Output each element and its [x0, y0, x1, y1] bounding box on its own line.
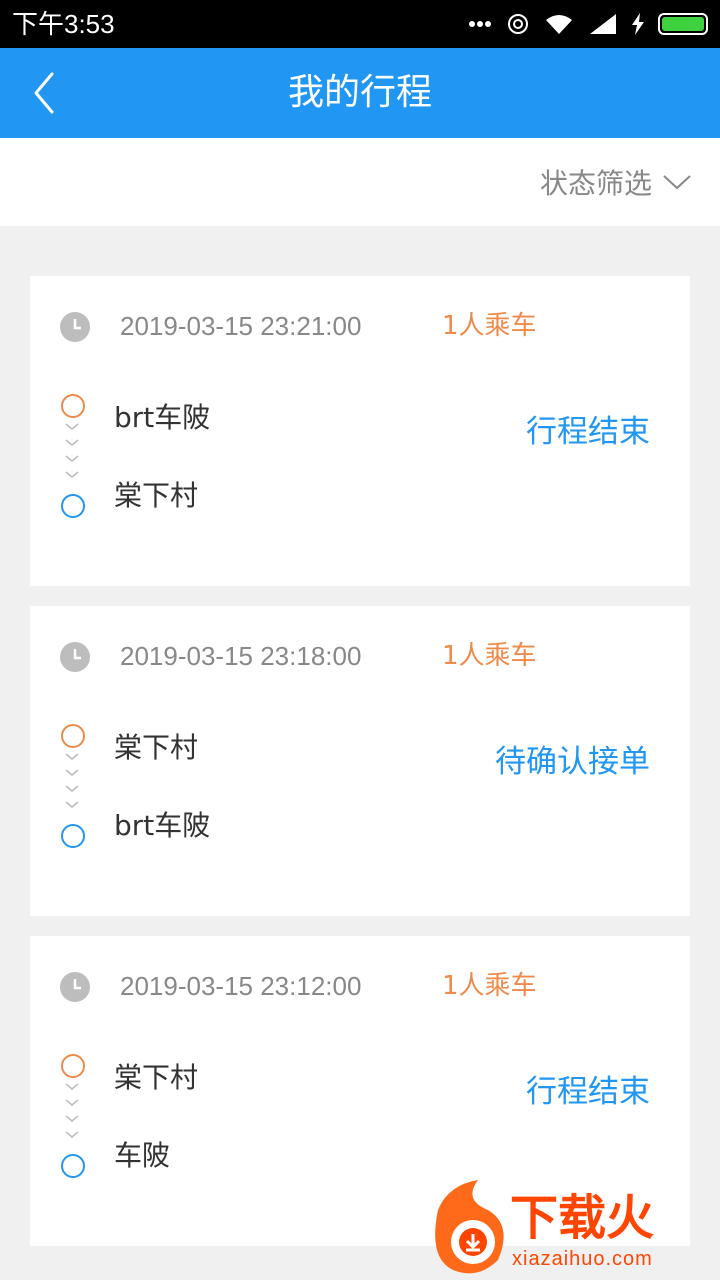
more-dots-icon — [469, 21, 491, 27]
trip-destination: 车陂 — [114, 1139, 171, 1172]
trip-status: 行程结束 — [526, 414, 650, 450]
origin-dot-icon — [61, 724, 85, 748]
charging-icon — [632, 13, 644, 35]
app-header: 我的行程 — [0, 48, 720, 138]
trip-card[interactable]: 2019-03-15 23:21:00 1人乘车 brt车陂 棠下村 行程结束 — [30, 276, 690, 586]
battery-icon — [658, 13, 708, 35]
trip-status: 待确认接单 — [495, 744, 650, 780]
trip-destination: brt车陂 — [114, 809, 211, 842]
destination-dot-icon — [61, 1154, 85, 1178]
status-bar: 下午3:53 — [0, 0, 720, 48]
destination-dot-icon — [61, 824, 85, 848]
status-icons — [468, 10, 708, 38]
clock-icon — [60, 972, 90, 1002]
trip-datetime: 2019-03-15 23:12:00 — [120, 971, 362, 1001]
trip-card[interactable]: 2019-03-15 23:18:00 1人乘车 棠下村 brt车陂 待确认接单 — [30, 606, 690, 916]
trip-datetime: 2019-03-15 23:21:00 — [120, 311, 362, 341]
trip-status: 行程结束 — [526, 1074, 650, 1110]
origin-dot-icon — [61, 1054, 85, 1078]
destination-dot-icon — [61, 494, 85, 518]
clock-icon — [60, 312, 90, 342]
filter-bar: 状态筛选 — [0, 138, 720, 226]
trip-origin: 棠下村 — [114, 731, 199, 764]
route-chevrons-icon — [65, 753, 79, 808]
wifi-icon — [546, 15, 572, 34]
watermark-brand: 下载火 — [510, 1190, 655, 1246]
trip-origin: brt车陂 — [114, 401, 211, 434]
page-title: 我的行程 — [287, 72, 432, 113]
origin-dot-icon — [61, 394, 85, 418]
status-time: 下午3:53 — [12, 9, 115, 39]
trip-origin: 棠下村 — [114, 1061, 199, 1094]
trip-datetime: 2019-03-15 23:18:00 — [120, 641, 362, 671]
watermark-url: xiazaihuo.com — [512, 1248, 653, 1270]
route-chevrons-icon — [65, 423, 79, 478]
passenger-count: 1人乘车 — [442, 311, 537, 341]
passenger-count: 1人乘车 — [442, 971, 537, 1001]
status-filter-label: 状态筛选 — [539, 167, 652, 200]
trip-destination: 棠下村 — [114, 479, 199, 512]
status-filter-button[interactable]: 状态筛选 — [540, 160, 692, 204]
signal-icon — [590, 14, 616, 34]
route-chevrons-icon — [65, 1083, 79, 1138]
clock-icon — [60, 642, 90, 672]
chevron-down-icon — [663, 175, 691, 190]
passenger-count: 1人乘车 — [442, 641, 537, 671]
hotspot-icon — [508, 14, 528, 34]
